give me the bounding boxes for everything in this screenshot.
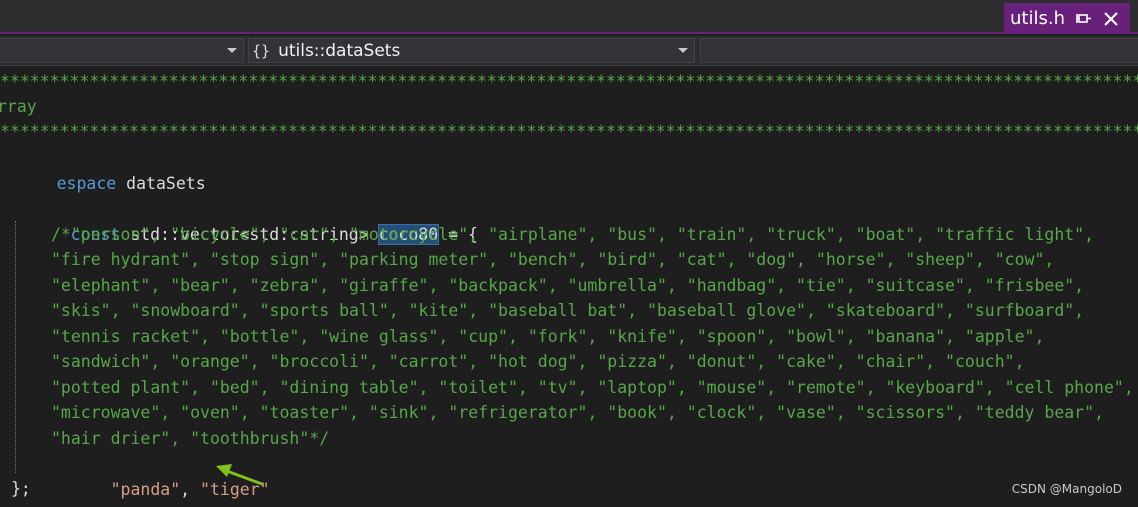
code-line-1[interactable]: ****************************************…: [0, 69, 1138, 95]
comment-line[interactable]: /*"person", "bicycle", "car", "motorcycl…: [51, 222, 1094, 248]
comment-line[interactable]: "tennis racket", "bottle", "wine glass",…: [51, 324, 1044, 350]
namespace-name: dataSets: [116, 173, 206, 193]
code-line-4[interactable]: espace dataSets: [0, 145, 206, 193]
comment-line[interactable]: "microwave", "oven", "toaster", "sink", …: [51, 400, 1104, 426]
code-line-close[interactable]: };: [11, 476, 31, 502]
code-line-2[interactable]: rray: [0, 94, 37, 120]
namespace-icon: {}: [252, 41, 271, 60]
code-line-3[interactable]: ****************************************…: [0, 119, 1138, 145]
comment-line[interactable]: "elephant", "bear", "zebra", "giraffe", …: [51, 273, 1084, 299]
navigation-bar: {} utils::dataSets: [0, 36, 1138, 66]
tab-utils-h[interactable]: utils.h: [1004, 3, 1130, 34]
comment-line[interactable]: "sandwich", "orange", "broccoli", "carro…: [51, 349, 1025, 375]
dropdown-arrow-icon: [678, 48, 688, 53]
string-panda: "panda": [110, 479, 181, 499]
comment-line[interactable]: "potted plant", "bed", "dining table", "…: [51, 375, 1134, 401]
comment-line[interactable]: "skis", "snowboard", "sports ball", "kit…: [51, 298, 1084, 324]
separator: ,: [180, 479, 201, 499]
editor-window: utils.h {} utils::dataSets *************…: [0, 0, 1138, 507]
tab-strip: utils.h: [0, 0, 1138, 34]
code-line-6[interactable]: const std::vector<std::string> coco80 = …: [11, 196, 478, 245]
member-dropdown[interactable]: [700, 38, 1138, 63]
watermark: CSDN @MangoloD: [1011, 482, 1122, 496]
project-dropdown[interactable]: [0, 38, 244, 63]
dropdown-arrow-icon: [227, 48, 237, 53]
tab-title: utils.h: [1010, 8, 1065, 29]
scope-dropdown[interactable]: {} utils::dataSets: [248, 38, 695, 63]
code-editor[interactable]: ****************************************…: [0, 66, 1138, 507]
pin-icon[interactable]: [1076, 11, 1092, 27]
annotation-arrow-icon: [216, 464, 264, 486]
comment-line[interactable]: "hair drier", "toothbrush"*/: [51, 426, 329, 452]
close-icon[interactable]: [1102, 10, 1120, 28]
scope-dropdown-value: utils::dataSets: [278, 40, 401, 61]
comment-line[interactable]: "fire hydrant", "stop sign", "parking me…: [51, 247, 1054, 273]
keyword-namespace: espace: [56, 173, 117, 193]
